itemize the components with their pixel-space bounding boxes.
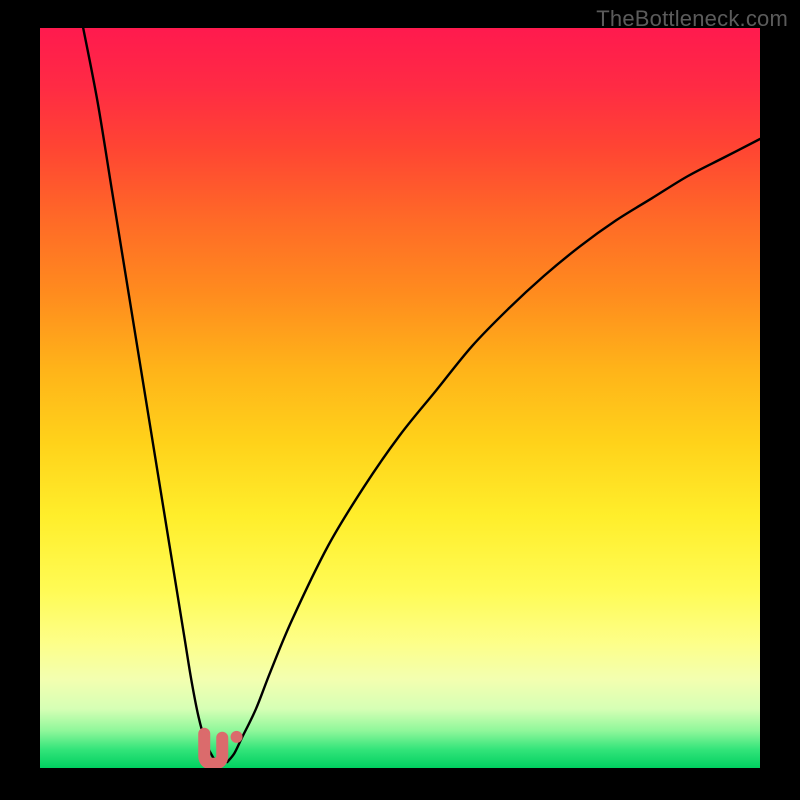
curves-svg: [40, 28, 760, 768]
chart-frame: TheBottleneck.com: [0, 0, 800, 800]
minimum-marker-dot: [231, 731, 243, 743]
minimum-marker-u: [204, 734, 222, 764]
left-curve: [83, 28, 216, 762]
right-curve: [227, 139, 760, 762]
plot-area: [40, 28, 760, 768]
